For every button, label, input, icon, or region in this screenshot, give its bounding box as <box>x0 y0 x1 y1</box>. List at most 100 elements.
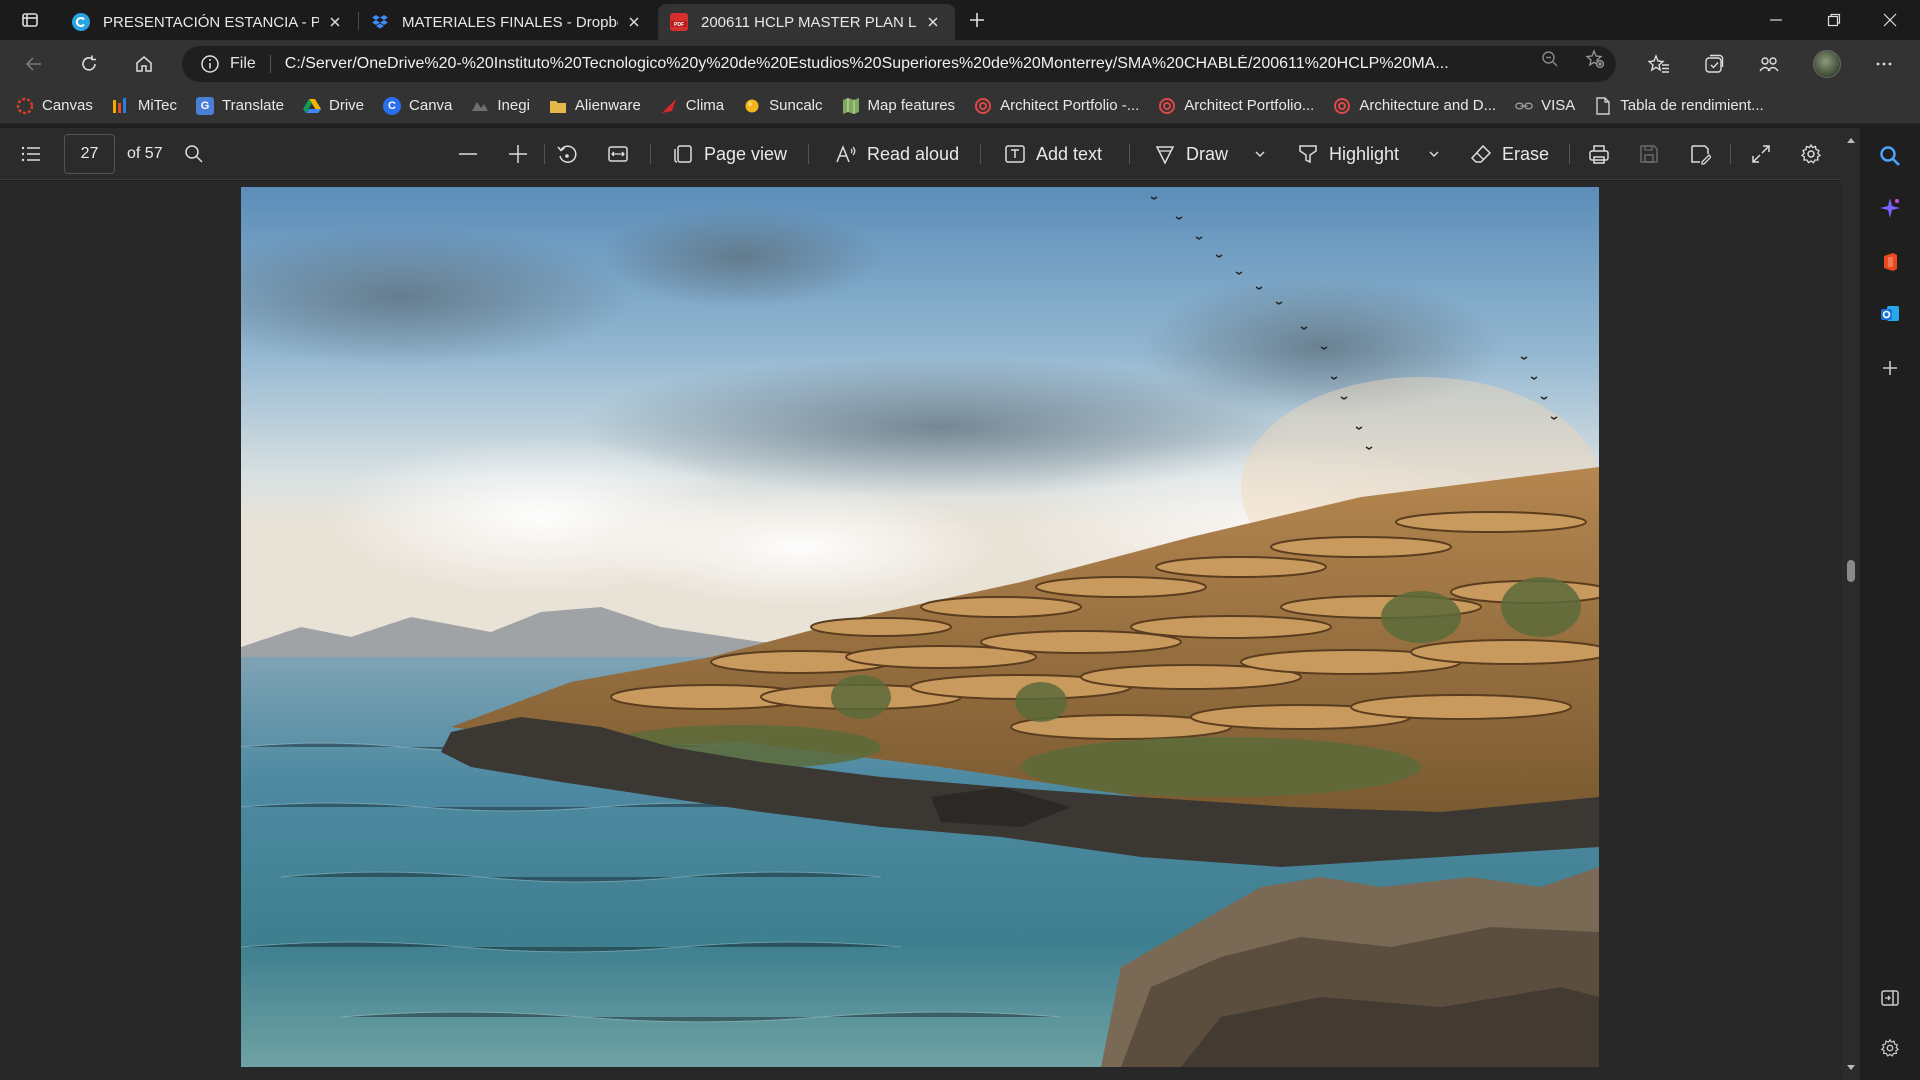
read-aloud-label: Read aloud <box>867 143 960 164</box>
scroll-up-icon[interactable] <box>1845 134 1857 146</box>
extensions-button[interactable] <box>1753 48 1785 80</box>
sidebar-office-button[interactable] <box>1874 246 1906 278</box>
pdf-settings-button[interactable] <box>1800 128 1822 180</box>
bookmark-label: Tabla de rendimient... <box>1620 97 1764 114</box>
zoom-icon[interactable] <box>1540 49 1560 69</box>
pdf-scrollbar[interactable] <box>1842 128 1860 1080</box>
close-tab-icon[interactable] <box>624 12 644 32</box>
scroll-down-icon[interactable] <box>1845 1062 1857 1074</box>
save-button[interactable] <box>1638 128 1660 180</box>
bookmark-label: VISA <box>1541 97 1576 114</box>
toolbar-divider <box>1569 144 1570 164</box>
tab-title: 200611 HCLP MASTER PLAN LR V <box>701 13 917 31</box>
toolbar-divider <box>544 144 545 164</box>
draw-icon <box>1155 146 1175 165</box>
fit-to-width-button[interactable] <box>607 128 629 180</box>
highlight-button[interactable]: Highlight <box>1297 128 1399 180</box>
bookmark-drive[interactable]: Drive <box>303 97 364 115</box>
inegi-icon <box>471 97 489 115</box>
fullscreen-button[interactable] <box>1750 128 1772 180</box>
clima-icon <box>660 97 678 115</box>
url-text[interactable]: C:/Server/OneDrive%20-%20Instituto%20Tec… <box>285 55 1525 73</box>
bookmark-architect-portfolio-2[interactable]: Architect Portfolio... <box>1158 97 1314 115</box>
rotate-button[interactable] <box>556 128 578 180</box>
zoom-in-button[interactable] <box>507 128 529 180</box>
bookmark-visa[interactable]: VISA <box>1515 97 1575 115</box>
dropbox-icon <box>371 13 389 31</box>
page-total: of 57 <box>127 145 163 162</box>
sidebar-outlook-button[interactable] <box>1874 298 1906 330</box>
add-text-button[interactable]: Add text <box>1004 128 1102 180</box>
tab-actions-button[interactable] <box>14 8 46 32</box>
bookmark-label: Alienware <box>574 97 641 114</box>
sidebar-add-button[interactable] <box>1874 352 1906 384</box>
restore-button[interactable] <box>1806 0 1862 40</box>
bookmark-tabla-rendimiento[interactable]: Tabla de rendimient... <box>1594 96 1764 115</box>
bookmark-label: Canva <box>409 97 453 114</box>
read-aloud-button[interactable]: Read aloud <box>835 128 959 180</box>
profile-button[interactable] <box>1811 48 1843 80</box>
page-number-input[interactable]: 27 <box>64 134 115 174</box>
canvas-icon <box>16 97 34 115</box>
bookmark-label: Suncalc <box>769 97 823 114</box>
home-button[interactable] <box>128 48 160 80</box>
close-tab-icon[interactable] <box>325 12 345 32</box>
draw-options-dropdown[interactable] <box>1253 128 1267 180</box>
bookmark-inegi[interactable]: Inegi <box>471 97 530 115</box>
find-button[interactable] <box>184 128 204 180</box>
save-as-button[interactable] <box>1689 128 1711 180</box>
bookmark-canvas[interactable]: Canvas <box>16 97 93 115</box>
refresh-button[interactable] <box>73 48 105 80</box>
draw-button[interactable]: Draw <box>1154 128 1228 180</box>
zoom-out-button[interactable] <box>457 128 479 180</box>
back-button[interactable] <box>18 48 50 80</box>
collections-button[interactable] <box>1698 48 1730 80</box>
address-bar[interactable]: File C:/Server/OneDrive%20-%20Instituto%… <box>182 46 1616 82</box>
page-view-button[interactable]: Page view <box>672 128 787 180</box>
list-icon <box>21 146 40 162</box>
translate-icon: G <box>196 96 215 115</box>
more-button[interactable] <box>1868 48 1900 80</box>
favorites-button[interactable] <box>1643 48 1675 80</box>
edge-sidebar <box>1860 128 1920 1080</box>
highlight-options-dropdown[interactable] <box>1427 128 1441 180</box>
bookmark-map-features[interactable]: Map features <box>842 97 955 115</box>
bookmark-architecture-and-d[interactable]: Architecture and D... <box>1333 97 1496 115</box>
bookmark-canva[interactable]: C Canva <box>383 96 453 115</box>
sidebar-copilot-button[interactable] <box>1874 192 1906 224</box>
new-tab-button[interactable] <box>965 8 989 32</box>
bookmark-label: Clima <box>685 97 725 114</box>
bookmark-suncalc[interactable]: Suncalc <box>743 97 823 115</box>
print-button[interactable] <box>1588 128 1610 180</box>
pdf-document-area[interactable] <box>0 181 1842 1080</box>
bookmark-label: Canvas <box>42 97 93 114</box>
fit-width-icon <box>608 146 628 162</box>
portfolio-icon <box>974 97 992 115</box>
add-favorite-icon[interactable] <box>1585 49 1605 69</box>
bookmark-alienware[interactable]: Alienware <box>549 97 641 115</box>
toolbar-divider <box>1730 144 1731 164</box>
bookmark-mitec[interactable]: MiTec <box>112 97 177 115</box>
chevron-down-icon <box>1255 151 1265 157</box>
close-tab-icon[interactable] <box>923 12 943 32</box>
erase-button[interactable]: Erase <box>1470 128 1549 180</box>
table-of-contents-button[interactable] <box>20 128 42 180</box>
tab-dropbox[interactable]: MATERIALES FINALES - Dropbox <box>359 4 656 40</box>
tab-title: PRESENTACIÓN ESTANCIA - Pres <box>103 13 319 31</box>
minimize-button[interactable] <box>1748 0 1804 40</box>
bookmark-translate[interactable]: G Translate <box>196 96 284 115</box>
site-info-button[interactable]: File <box>200 54 256 74</box>
tab-master-plan[interactable]: PDF 200611 HCLP MASTER PLAN LR V <box>658 4 955 40</box>
sidebar-search-button[interactable] <box>1874 140 1906 172</box>
scroll-thumb[interactable] <box>1847 560 1855 582</box>
sidebar-settings-button[interactable] <box>1874 1032 1906 1064</box>
bookmark-clima[interactable]: Clima <box>660 97 724 115</box>
bookmark-architect-portfolio-1[interactable]: Architect Portfolio -... <box>974 97 1139 115</box>
drive-icon <box>303 97 322 115</box>
sidebar-hide-button[interactable] <box>1874 982 1906 1014</box>
toolbar-divider <box>650 144 651 164</box>
bookmark-label: MiTec <box>137 97 178 114</box>
close-window-button[interactable] <box>1862 0 1918 40</box>
tab-presentacion[interactable]: PRESENTACIÓN ESTANCIA - Pres <box>60 4 357 40</box>
bookmark-label: Architect Portfolio... <box>1184 97 1315 114</box>
